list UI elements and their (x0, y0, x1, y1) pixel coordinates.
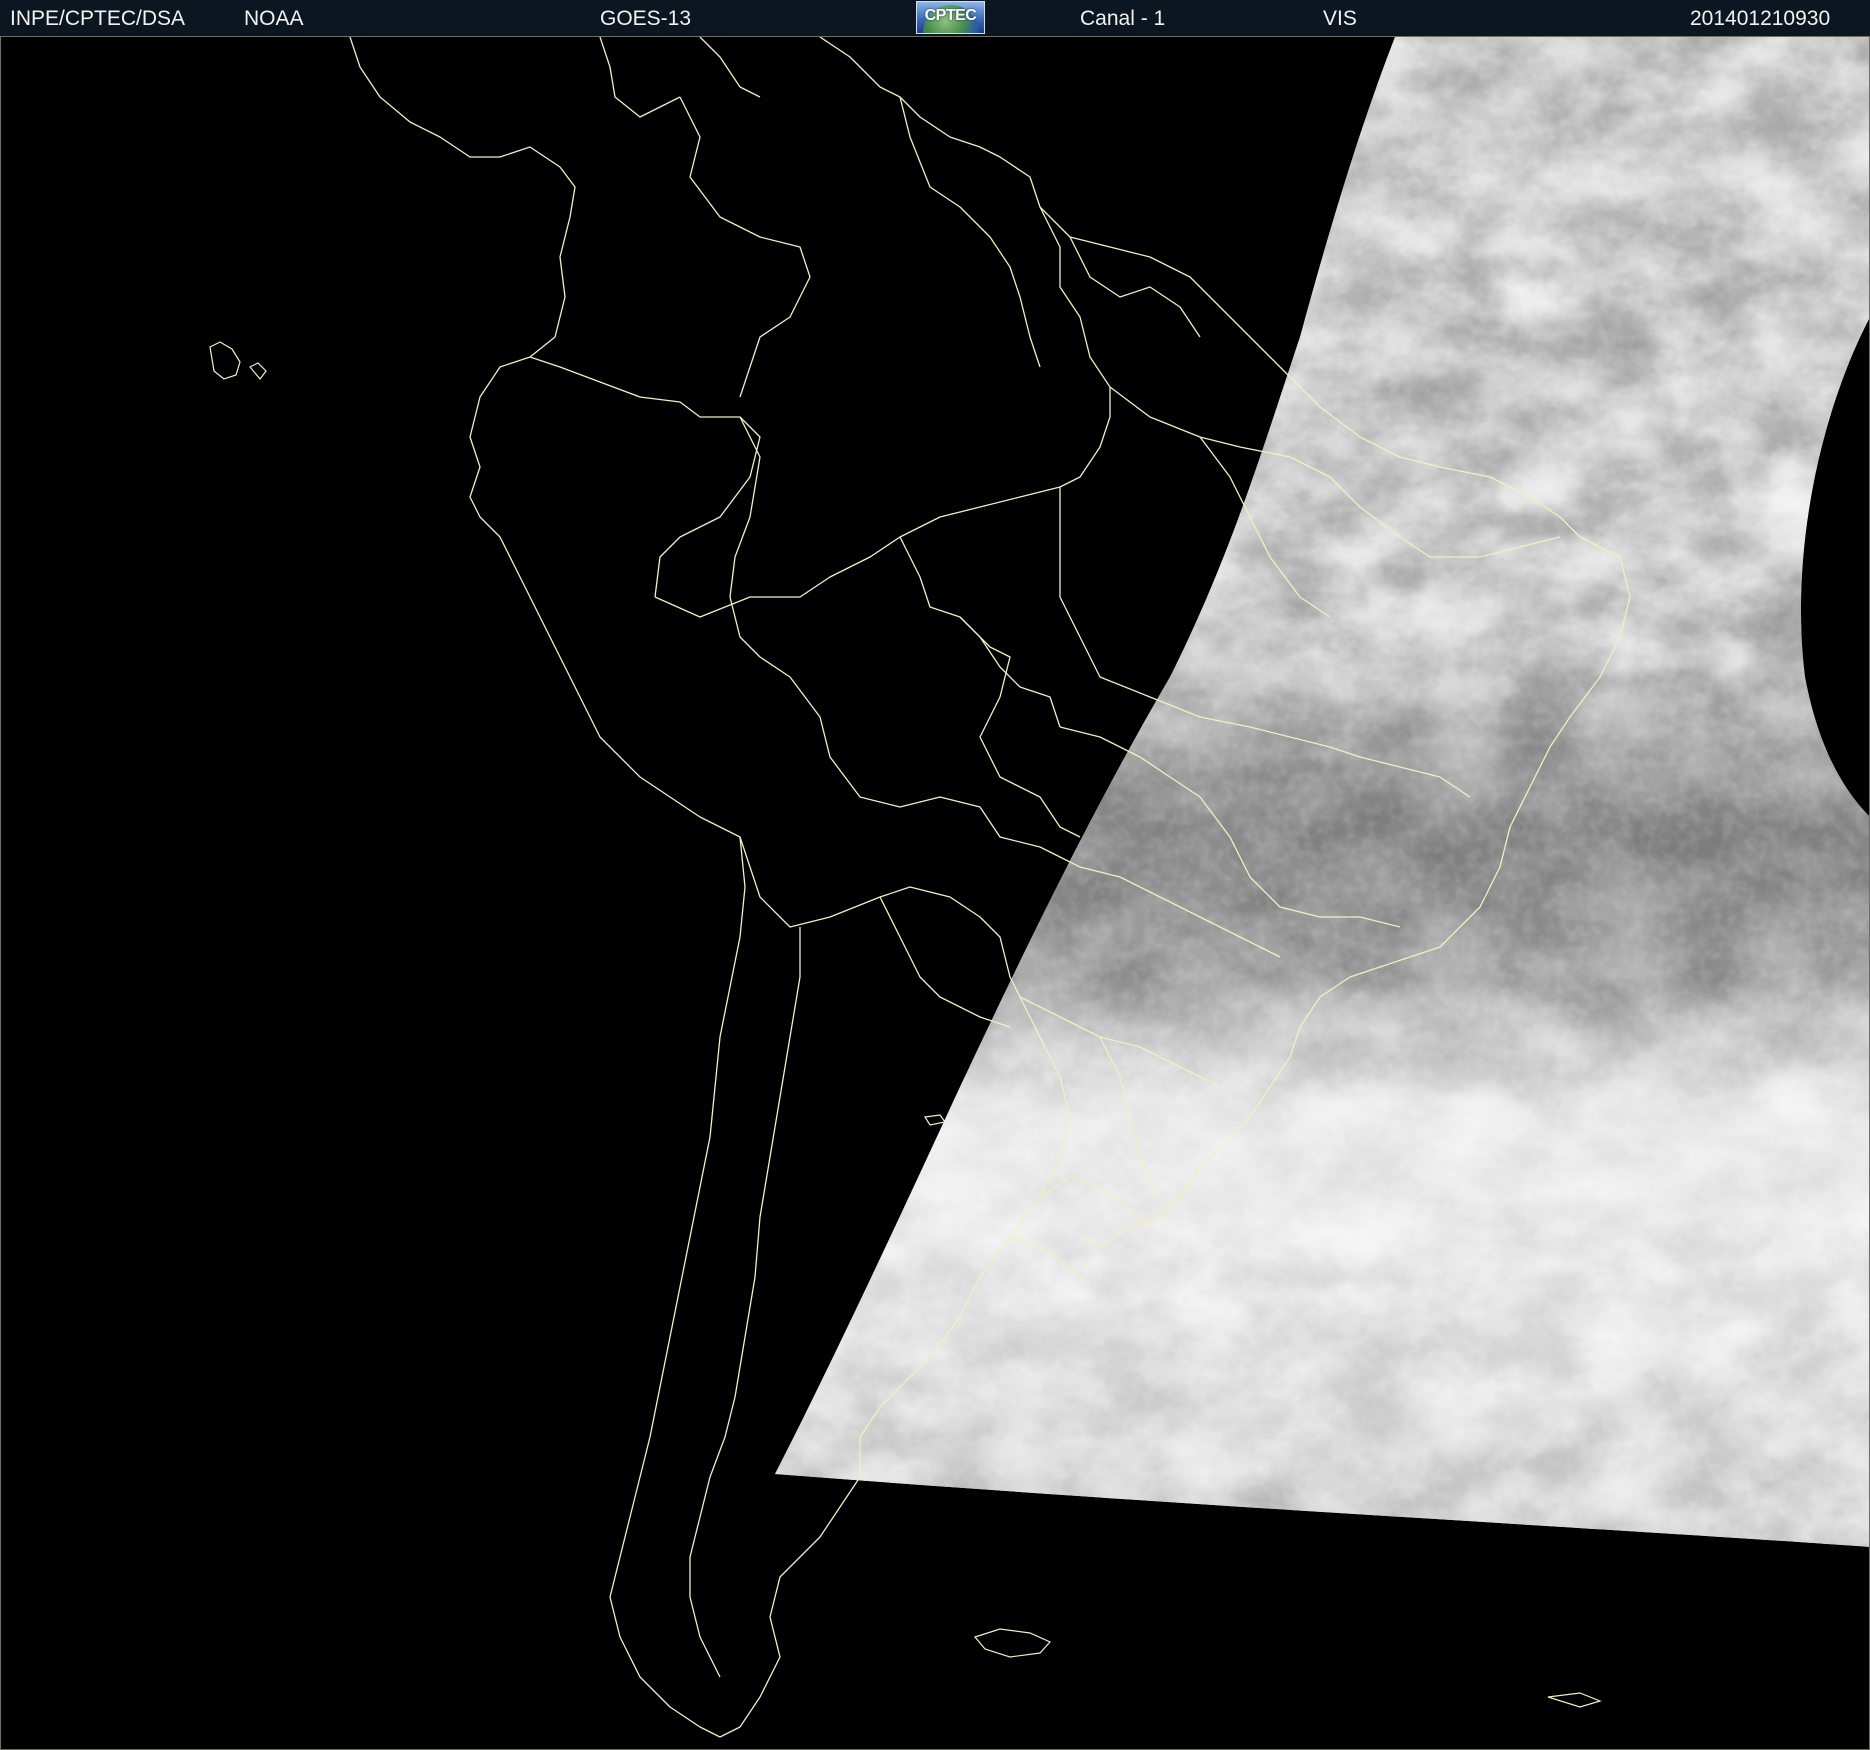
cptec-logo: CPTEC (916, 1, 985, 34)
timestamp-label: 201401210930 (1690, 7, 1831, 30)
logo-text: CPTEC (924, 7, 977, 24)
map-canvas (0, 37, 1870, 1750)
agency-label: NOAA (244, 7, 304, 30)
image-header-bar: INPE/CPTEC/DSA NOAA GOES-13 CPTEC Canal … (0, 0, 1870, 37)
source-label: INPE/CPTEC/DSA (10, 7, 186, 30)
channel-label: Canal - 1 (1080, 7, 1166, 30)
satellite-image-viewer: INPE/CPTEC/DSA NOAA GOES-13 CPTEC Canal … (0, 0, 1870, 1750)
satellite-map (0, 37, 1870, 1750)
band-label: VIS (1323, 7, 1357, 30)
satellite-label: GOES-13 (600, 7, 692, 30)
